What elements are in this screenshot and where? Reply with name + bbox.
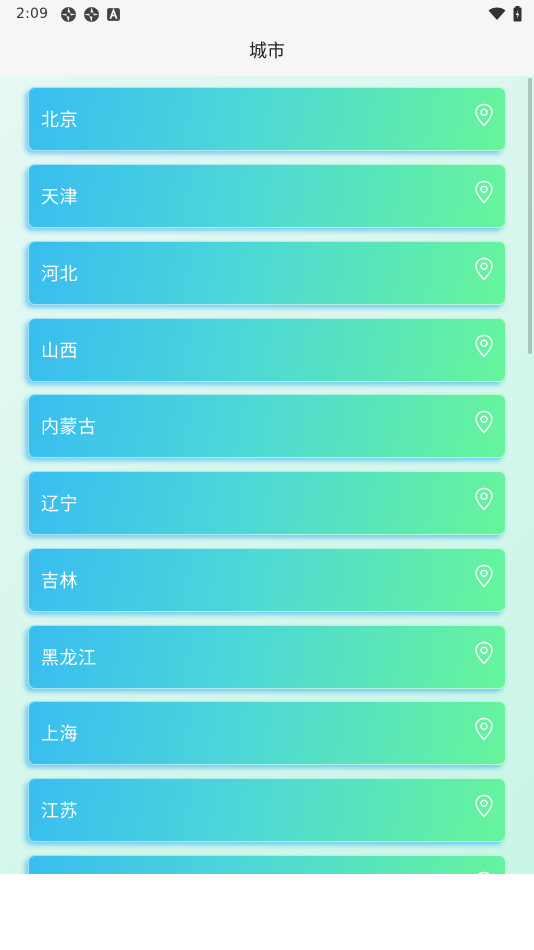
wifi-icon bbox=[488, 7, 506, 20]
city-item[interactable]: 江苏 bbox=[28, 778, 506, 842]
city-name: 吉林 bbox=[41, 571, 78, 592]
city-name: 上海 bbox=[41, 724, 78, 745]
city-item[interactable]: 吉林 bbox=[28, 548, 506, 612]
location-pin-icon bbox=[475, 410, 493, 433]
location-pin-icon bbox=[475, 257, 493, 280]
city-name: 黑龙江 bbox=[41, 648, 97, 669]
city-item[interactable]: 天津 bbox=[28, 164, 506, 228]
location-pin-icon bbox=[475, 103, 493, 126]
city-item[interactable]: 黑龙江 bbox=[28, 625, 506, 689]
city-name: 辽宁 bbox=[41, 494, 78, 515]
city-list-container[interactable]: 北京 天津 河北 山西 内蒙古 辽宁 吉林 黑龙江 上海 江苏 bbox=[0, 76, 534, 874]
city-name: 北京 bbox=[41, 110, 78, 131]
status-icons-left bbox=[60, 6, 121, 23]
city-item[interactable]: 北京 bbox=[28, 87, 506, 151]
page-title: 城市 bbox=[249, 41, 285, 62]
location-pin-icon bbox=[475, 487, 493, 510]
location-pin-icon bbox=[475, 717, 493, 740]
city-name: 天津 bbox=[41, 187, 78, 208]
a-box-icon bbox=[107, 7, 121, 21]
city-name: 山西 bbox=[41, 341, 78, 362]
bottom-blank-area bbox=[0, 874, 534, 950]
status-time: 2:09 bbox=[16, 6, 49, 22]
location-pin-icon bbox=[475, 180, 493, 203]
location-pin-icon bbox=[475, 641, 493, 664]
location-pin-icon bbox=[475, 564, 493, 587]
aperture-icon bbox=[61, 6, 77, 22]
city-item[interactable]: 内蒙古 bbox=[28, 394, 506, 458]
city-name: 河北 bbox=[41, 264, 78, 285]
scrollbar[interactable] bbox=[528, 78, 532, 354]
location-pin-icon bbox=[475, 794, 493, 817]
aperture-icon bbox=[84, 6, 100, 22]
city-item[interactable]: 上海 bbox=[28, 701, 506, 765]
city-name: 内蒙古 bbox=[41, 417, 97, 438]
city-item[interactable]: 河北 bbox=[28, 241, 506, 305]
status-icons-right bbox=[488, 6, 522, 22]
city-name: 江苏 bbox=[41, 801, 78, 822]
city-item[interactable] bbox=[28, 855, 506, 874]
status-bar: 2:09 bbox=[0, 0, 534, 28]
app-bar: 城市 bbox=[0, 28, 534, 76]
city-item[interactable]: 辽宁 bbox=[28, 471, 506, 535]
city-item[interactable]: 山西 bbox=[28, 318, 506, 382]
location-pin-icon bbox=[475, 334, 493, 357]
battery-icon bbox=[513, 6, 522, 22]
